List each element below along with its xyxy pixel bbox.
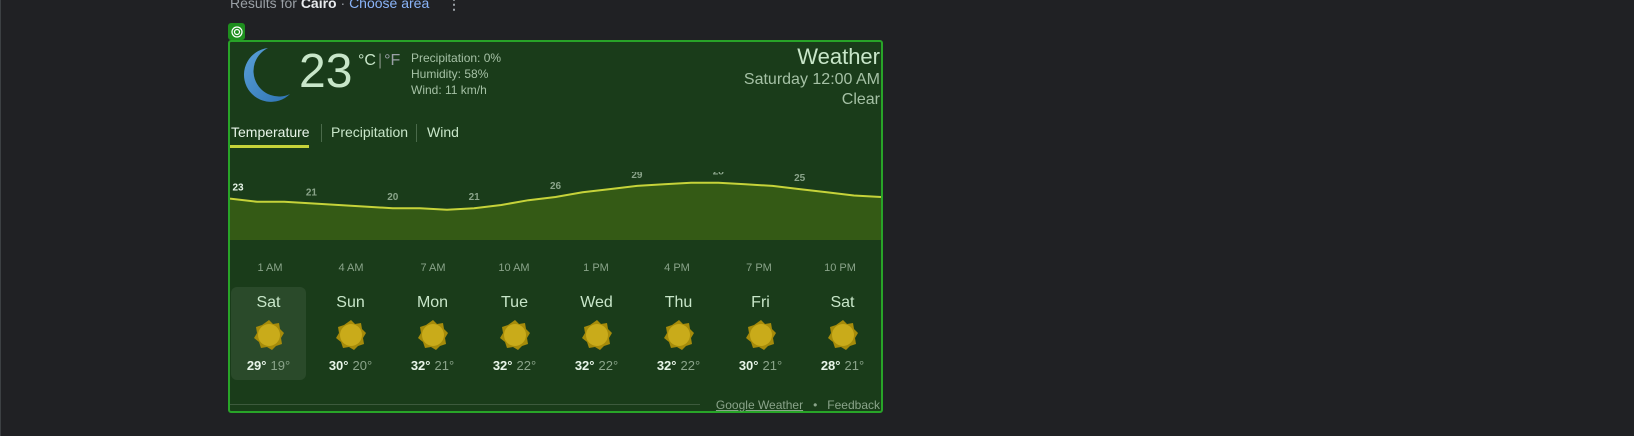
unit-separator: |: [377, 52, 383, 69]
weather-card: 23 °C | °F Precipitation: 0% Humidity: 58%…: [228, 40, 883, 413]
day-name: Sat: [830, 294, 855, 311]
day-name: Mon: [416, 294, 449, 311]
hour-label: 7 PM: [746, 262, 772, 274]
day-fri[interactable]: Fri 30° 21°: [723, 287, 798, 380]
sun-icon: [827, 319, 859, 356]
day-name: Sun: [336, 294, 365, 311]
day-wed[interactable]: Wed 32° 22°: [559, 287, 634, 380]
active-tab-indicator: [230, 145, 309, 148]
hour-axis: 1 AM 4 AM 7 AM 10 AM 1 PM 4 PM 7 PM 10 P…: [230, 262, 881, 278]
day-tue[interactable]: Tue 32° 22°: [477, 287, 552, 380]
chart-data-label: 21: [306, 187, 318, 198]
chart-data-label: 28: [713, 172, 725, 178]
hour-label: 4 PM: [664, 262, 690, 274]
sun-icon: [499, 319, 531, 356]
day-low: 20°: [352, 358, 373, 373]
day-high: 30°: [328, 358, 349, 373]
sun-icon: [335, 319, 367, 356]
day-name: Tue: [501, 294, 528, 311]
page-left-border: [0, 0, 1, 436]
hour-label: 10 PM: [824, 262, 856, 274]
temperature-chart: 23 21 20 21 26 29 28 25: [230, 172, 881, 240]
day-high: 32°: [492, 358, 513, 373]
tab-divider: [321, 124, 322, 142]
choose-area-link[interactable]: Choose area: [349, 0, 429, 11]
location-name: Cairo: [300, 0, 337, 11]
day-low: 21°: [844, 358, 865, 373]
more-options-icon[interactable]: ⋮: [447, 0, 461, 13]
tab-wind[interactable]: Wind: [427, 124, 459, 140]
moon-icon: [234, 44, 294, 111]
tab-divider: [416, 124, 417, 142]
day-high: 32°: [410, 358, 431, 373]
card-footer: Google Weather • Feedback: [716, 398, 880, 412]
day-high: 30°: [738, 358, 759, 373]
day-sat-next[interactable]: Sat 28° 21°: [805, 287, 880, 380]
day-name: Sat: [256, 294, 281, 311]
chart-data-label: 21: [469, 192, 481, 203]
precipitation-text: Precipitation: 0%: [411, 51, 502, 65]
chart-data-label: 29: [631, 172, 643, 181]
daily-forecast: Sat 29° 19° Sun 30° 20° Mon 32° 21° Tue 32°…: [230, 287, 881, 382]
day-low: 22°: [516, 358, 537, 373]
sun-icon: [417, 319, 449, 356]
chart-data-label: 23: [232, 183, 244, 194]
sun-icon: [663, 319, 695, 356]
chart-data-label: 20: [387, 192, 399, 203]
day-high: 29°: [246, 358, 267, 373]
tab-temperature[interactable]: Temperature: [231, 124, 310, 140]
day-high: 32°: [574, 358, 595, 373]
weather-condition: Clear: [841, 91, 880, 108]
current-temperature: 23: [299, 45, 353, 98]
chart-data-label: 25: [794, 173, 806, 184]
humidity-text: Humidity: 58%: [411, 67, 489, 81]
unit-toggle: °C | °F: [358, 52, 400, 70]
google-weather-link[interactable]: Google Weather: [716, 398, 803, 412]
tab-precipitation[interactable]: Precipitation: [331, 124, 408, 140]
day-low: 22°: [598, 358, 619, 373]
results-prefix: Results for: [230, 0, 297, 11]
hour-label: 1 PM: [583, 262, 609, 274]
current-details: Precipitation: 0% Humidity: 58% Wind: 11…: [411, 50, 501, 98]
weather-time: Saturday 12:00 AM: [743, 71, 880, 88]
sun-icon: [745, 319, 777, 356]
hour-label: 7 AM: [420, 262, 446, 274]
unit-celsius[interactable]: °C: [358, 52, 376, 69]
target-badge-icon: [228, 23, 245, 40]
day-mon[interactable]: Mon 32° 21°: [395, 287, 470, 380]
hour-label: 4 AM: [338, 262, 364, 274]
sun-icon: [581, 319, 613, 356]
footer-divider: [230, 404, 700, 405]
day-high: 28°: [820, 358, 841, 373]
results-header: Results for Cairo · Choose area: [230, 0, 429, 11]
weather-summary: Weather Saturday 12:00 AM Clear: [744, 44, 880, 110]
day-name: Wed: [580, 294, 613, 311]
feedback-link[interactable]: Feedback: [827, 398, 880, 412]
day-name: Fri: [751, 294, 770, 311]
hour-label: 10 AM: [498, 262, 530, 274]
day-high: 32°: [656, 358, 677, 373]
day-sat[interactable]: Sat 29° 19°: [231, 287, 306, 380]
day-low: 21°: [434, 358, 455, 373]
wind-text: Wind: 11 km/h: [411, 83, 487, 97]
sun-icon: [253, 319, 285, 356]
weather-title: Weather: [797, 44, 880, 69]
results-separator: ·: [340, 0, 346, 11]
day-low: 21°: [762, 358, 783, 373]
day-thu[interactable]: Thu 32° 22°: [641, 287, 716, 380]
day-name: Thu: [664, 294, 693, 311]
chart-data-label: 26: [550, 181, 562, 192]
unit-fahrenheit[interactable]: °F: [384, 52, 400, 69]
footer-dot: •: [813, 398, 818, 412]
hour-label: 1 AM: [257, 262, 283, 274]
day-low: 22°: [680, 358, 701, 373]
day-sun[interactable]: Sun 30° 20°: [313, 287, 388, 380]
day-low: 19°: [270, 358, 291, 373]
